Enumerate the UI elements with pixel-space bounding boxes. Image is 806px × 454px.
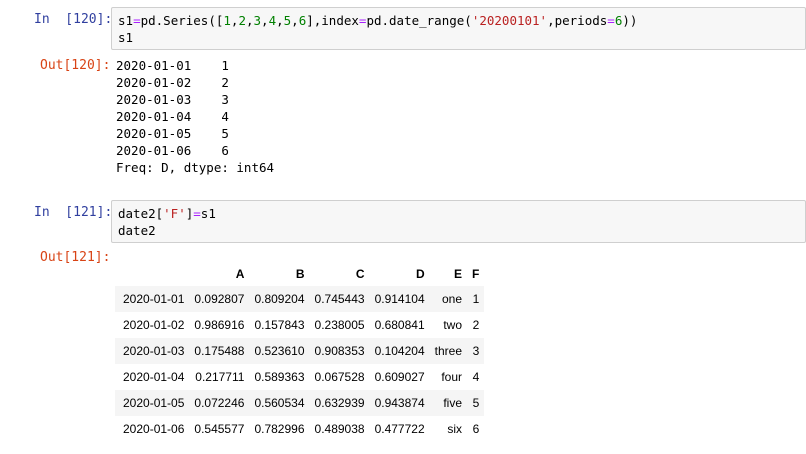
table-cell: 0.943874 (374, 396, 425, 410)
table-cell: 0.908353 (314, 344, 365, 358)
table-cell: 3 (472, 344, 480, 358)
table-row: 2020-01-03 0.175488 0.523610 0.908353 0.1042… (115, 338, 485, 364)
table-cell: 0.560534 (254, 396, 305, 410)
output-prompt-120: Out[120]: (40, 58, 111, 73)
output-line: 2020-01-06 6 (116, 143, 229, 158)
table-cell: 0.745443 (314, 292, 365, 306)
code-line: date2 (118, 223, 156, 238)
code-cell-120[interactable]: s1=pd.Series([1,2,3,4,5,6],index=pd.date… (111, 7, 806, 50)
table-cell: 0.067528 (314, 370, 365, 384)
table-cell: six (447, 422, 462, 436)
code-cell-121[interactable]: date2['F']=s1 date2 (111, 200, 806, 243)
output-line: 2020-01-01 1 (116, 58, 229, 73)
row-index: 2020-01-05 (123, 396, 185, 410)
table-row: 2020-01-01 0.092807 0.809204 0.745443 0.9141… (115, 286, 485, 312)
index-header (115, 262, 189, 286)
table-row: 2020-01-04 0.217711 0.589363 0.067528 0.6090… (115, 364, 484, 390)
table-cell: 0.914104 (374, 292, 425, 306)
table-cell: 0.104204 (374, 344, 425, 358)
column-header: D (415, 267, 425, 281)
output-line: 2020-01-04 4 (116, 109, 229, 124)
column-header: F (472, 267, 480, 281)
input-prompt-121: In [121]: (34, 205, 113, 220)
row-index: 2020-01-01 (123, 292, 185, 306)
table-cell: 0.680841 (374, 318, 425, 332)
table-row: 2020-01-02 0.986916 0.157843 0.238005 0.6808… (115, 312, 484, 338)
table-header-row: A B C D EF (115, 262, 484, 286)
column-header: E (453, 267, 462, 281)
table-cell: 0.238005 (314, 318, 365, 332)
output-prompt-121: Out[121]: (40, 250, 111, 265)
code-line: s1 (118, 30, 134, 45)
table-cell: 0.489038 (314, 422, 365, 436)
column-header: A (235, 267, 245, 281)
table-cell: three (434, 344, 462, 358)
table-cell: 1 (472, 292, 480, 306)
table-cell: 0.523610 (254, 344, 305, 358)
table-body: 2020-01-01 0.092807 0.809204 0.745443 0.9141… (115, 286, 485, 442)
table-cell: 0.632939 (314, 396, 365, 410)
table-cell: 0.217711 (195, 370, 245, 384)
table-cell: 0.157843 (254, 318, 305, 332)
table-cell: 0.092807 (194, 292, 245, 306)
row-index: 2020-01-03 (123, 344, 185, 358)
output-line: 2020-01-03 3 (116, 92, 229, 107)
table-cell: five (443, 396, 462, 410)
table-cell: 0.986916 (194, 318, 245, 332)
table-row: 2020-01-06 0.545577 0.782996 0.489038 0.4777… (115, 416, 484, 442)
row-index: 2020-01-04 (123, 370, 185, 384)
output-line: 2020-01-02 2 (116, 75, 229, 90)
output-line: Freq: D, dtype: int64 (116, 160, 275, 175)
table-cell: 0.782996 (254, 422, 305, 436)
table-cell: 0.609027 (374, 370, 425, 384)
output-line: 2020-01-05 5 (116, 126, 229, 141)
code-line: date2['F']=s1 (118, 206, 216, 221)
table-cell: 0.072246 (194, 396, 245, 410)
input-prompt-120: In [120]: (34, 12, 113, 27)
table-cell: four (441, 370, 462, 384)
table-cell: 0.589363 (254, 370, 305, 384)
table-cell: 2 (472, 318, 480, 332)
column-header: C (355, 267, 365, 281)
table-cell: 6 (472, 422, 480, 436)
row-index: 2020-01-06 (123, 422, 185, 436)
table-cell: 0.175488 (194, 344, 245, 358)
table-cell: 5 (472, 396, 480, 410)
column-header: B (295, 267, 305, 281)
table-cell: one (441, 292, 462, 306)
table-cell: 0.545577 (194, 422, 245, 436)
table-cell: 0.809204 (254, 292, 305, 306)
row-index: 2020-01-02 (123, 318, 185, 332)
code-line: s1=pd.Series([1,2,3,4,5,6],index=pd.date… (118, 13, 638, 28)
table-cell: two (443, 318, 462, 332)
table-row: 2020-01-05 0.072246 0.560534 0.632939 0.9438… (115, 390, 485, 416)
table-cell: 0.477722 (374, 422, 425, 436)
table-cell: 4 (472, 370, 480, 384)
dataframe-table: A B C D EF 2020-01-01 0.092807 0.809204 0.74544… (115, 262, 485, 442)
